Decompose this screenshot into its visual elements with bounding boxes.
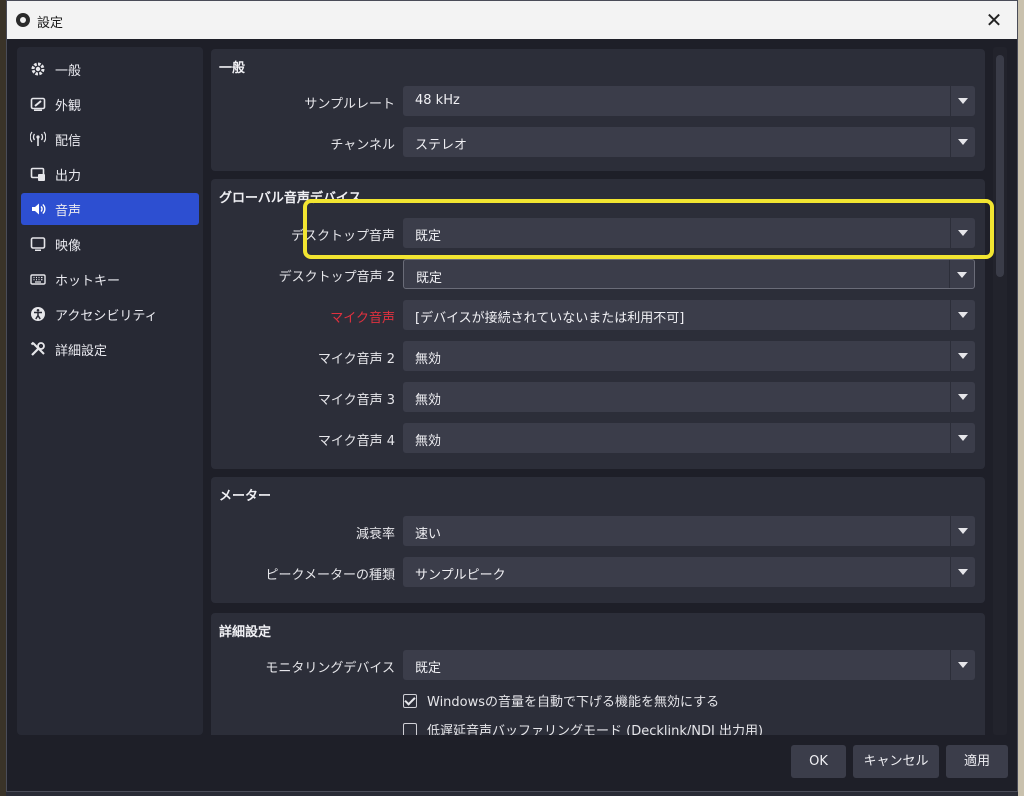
monitoring-device-label: モニタリングデバイス bbox=[265, 661, 395, 676]
sidebar-item-advanced[interactable]: 詳細設定 bbox=[21, 333, 199, 365]
disable-ducking-checkbox[interactable] bbox=[403, 693, 417, 708]
group-advanced: 詳細設定 モニタリングデバイス 既定 Windowsの音量を自動で下げる機能を無… bbox=[211, 613, 985, 735]
sidebar-item-accessibility[interactable]: アクセシビリティ bbox=[21, 298, 199, 330]
sidebar-item-label: ホットキー bbox=[55, 273, 121, 289]
output-icon bbox=[29, 165, 47, 183]
chevron-down-icon bbox=[949, 260, 974, 288]
select-value: 速い bbox=[415, 527, 442, 542]
chevron-down-icon bbox=[950, 650, 975, 680]
select-value: [デバイスが接続されていないまたは利用不可] bbox=[415, 311, 685, 326]
mic-audio-2-select[interactable]: 無効 bbox=[403, 341, 975, 371]
apply-button[interactable]: 適用 bbox=[946, 745, 1008, 778]
mic-audio-select[interactable]: [デバイスが接続されていないまたは利用不可] bbox=[403, 300, 975, 330]
group-title: メーター bbox=[219, 489, 272, 504]
channel-select[interactable]: ステレオ bbox=[403, 127, 975, 157]
gear-icon bbox=[29, 60, 47, 78]
chevron-down-icon bbox=[950, 86, 975, 116]
chevron-down-icon bbox=[950, 300, 975, 330]
chevron-down-icon bbox=[950, 516, 975, 546]
vertical-scrollbar[interactable] bbox=[993, 47, 1007, 735]
mic-audio-4-label: マイク音声 4 bbox=[317, 434, 395, 449]
chevron-down-icon bbox=[950, 382, 975, 412]
select-value: 無効 bbox=[415, 393, 442, 408]
group-general: 一般 サンプルレート 48 kHz チャンネル ステレオ bbox=[211, 49, 985, 171]
mic-audio-2-label: マイク音声 2 bbox=[317, 352, 395, 367]
desktop-backdrop-right bbox=[1018, 0, 1024, 796]
window-title: 設定 bbox=[37, 16, 64, 31]
group-title: 一般 bbox=[219, 61, 246, 76]
sample-rate-select[interactable]: 48 kHz bbox=[403, 86, 975, 116]
sidebar-item-label: 配信 bbox=[55, 133, 82, 149]
monitoring-device-select[interactable]: 既定 bbox=[403, 650, 975, 680]
mic-audio-4-select[interactable]: 無効 bbox=[403, 423, 975, 453]
select-value: サンプルピーク bbox=[415, 568, 506, 583]
checkbox-label: Windowsの音量を自動で下げる機能を無効にする bbox=[427, 695, 720, 710]
decay-rate-select[interactable]: 速い bbox=[403, 516, 975, 546]
low-latency-checkbox[interactable] bbox=[403, 722, 417, 735]
mic-audio-3-select[interactable]: 無効 bbox=[403, 382, 975, 412]
sidebar-item-label: 出力 bbox=[55, 168, 82, 184]
mic-audio-label: マイク音声 bbox=[330, 311, 395, 326]
sidebar-item-label: アクセシビリティ bbox=[55, 308, 158, 324]
chevron-down-icon bbox=[950, 557, 975, 587]
sidebar-item-video[interactable]: 映像 bbox=[21, 228, 199, 260]
sidebar-item-appearance[interactable]: 外観 bbox=[21, 88, 199, 120]
group-title: 詳細設定 bbox=[219, 625, 272, 640]
obs-logo-icon bbox=[16, 13, 30, 27]
checkbox-label: 低遅延音声バッファリングモード (Decklink/NDI 出力用) bbox=[427, 724, 764, 735]
select-value: 48 kHz bbox=[415, 93, 460, 108]
sidebar-item-label: 詳細設定 bbox=[55, 343, 108, 359]
sidebar-item-label: 外観 bbox=[55, 98, 82, 114]
accessibility-icon bbox=[29, 305, 47, 323]
channel-label: チャンネル bbox=[330, 138, 395, 153]
select-value: ステレオ bbox=[415, 138, 468, 153]
chevron-down-icon bbox=[950, 423, 975, 453]
low-latency-option[interactable]: 低遅延音声バッファリングモード (Decklink/NDI 出力用) bbox=[403, 720, 763, 735]
monitor-icon bbox=[29, 235, 47, 253]
desktop-audio-2-label: デスクトップ音声 2 bbox=[278, 270, 395, 285]
settings-window: 設定 ✕ 一般 外観 配信 出力 音声 映像 ホットキー アクセシビリティ 詳細… bbox=[6, 0, 1018, 792]
audio-settings-panel: 一般 サンプルレート 48 kHz チャンネル ステレオ グローバル音声デバイス… bbox=[211, 47, 989, 735]
sidebar-item-hotkeys[interactable]: ホットキー bbox=[21, 263, 199, 295]
settings-sidebar: 一般 外観 配信 出力 音声 映像 ホットキー アクセシビリティ 詳細設定 bbox=[17, 47, 203, 735]
sidebar-item-label: 音声 bbox=[55, 203, 82, 219]
select-value: 既定 bbox=[415, 661, 442, 676]
select-value: 無効 bbox=[415, 352, 442, 367]
keyboard-icon bbox=[29, 270, 47, 288]
chevron-down-icon bbox=[950, 127, 975, 157]
close-button[interactable]: ✕ bbox=[981, 7, 1007, 33]
tools-icon bbox=[29, 340, 47, 358]
sample-rate-label: サンプルレート bbox=[304, 97, 395, 112]
sidebar-item-label: 映像 bbox=[55, 238, 82, 254]
ok-button[interactable]: OK bbox=[791, 745, 846, 778]
broadcast-icon bbox=[29, 130, 47, 148]
select-value: 既定 bbox=[416, 271, 443, 286]
highlight-annotation-box bbox=[303, 199, 994, 259]
sidebar-item-audio[interactable]: 音声 bbox=[21, 193, 199, 225]
cancel-button[interactable]: キャンセル bbox=[853, 745, 939, 778]
scrollbar-thumb[interactable] bbox=[996, 55, 1004, 277]
sidebar-item-stream[interactable]: 配信 bbox=[21, 123, 199, 155]
sidebar-item-output[interactable]: 出力 bbox=[21, 158, 199, 190]
select-value: 無効 bbox=[415, 434, 442, 449]
group-meters: メーター 減衰率 速い ピークメーターの種類 サンプルピーク bbox=[211, 477, 985, 603]
disable-ducking-option[interactable]: Windowsの音量を自動で下げる機能を無効にする bbox=[403, 691, 719, 710]
title-bar: 設定 ✕ bbox=[7, 1, 1017, 39]
sidebar-item-label: 一般 bbox=[55, 63, 82, 79]
mic-audio-3-label: マイク音声 3 bbox=[317, 393, 395, 408]
desktop-audio-2-select[interactable]: 既定 bbox=[403, 259, 975, 289]
decay-rate-label: 減衰率 bbox=[355, 527, 395, 542]
peak-meter-type-select[interactable]: サンプルピーク bbox=[403, 557, 975, 587]
sidebar-item-general[interactable]: 一般 bbox=[21, 53, 199, 85]
speaker-icon bbox=[29, 200, 47, 218]
peak-meter-type-label: ピークメーターの種類 bbox=[265, 568, 395, 583]
appearance-icon bbox=[29, 95, 47, 113]
chevron-down-icon bbox=[950, 341, 975, 371]
